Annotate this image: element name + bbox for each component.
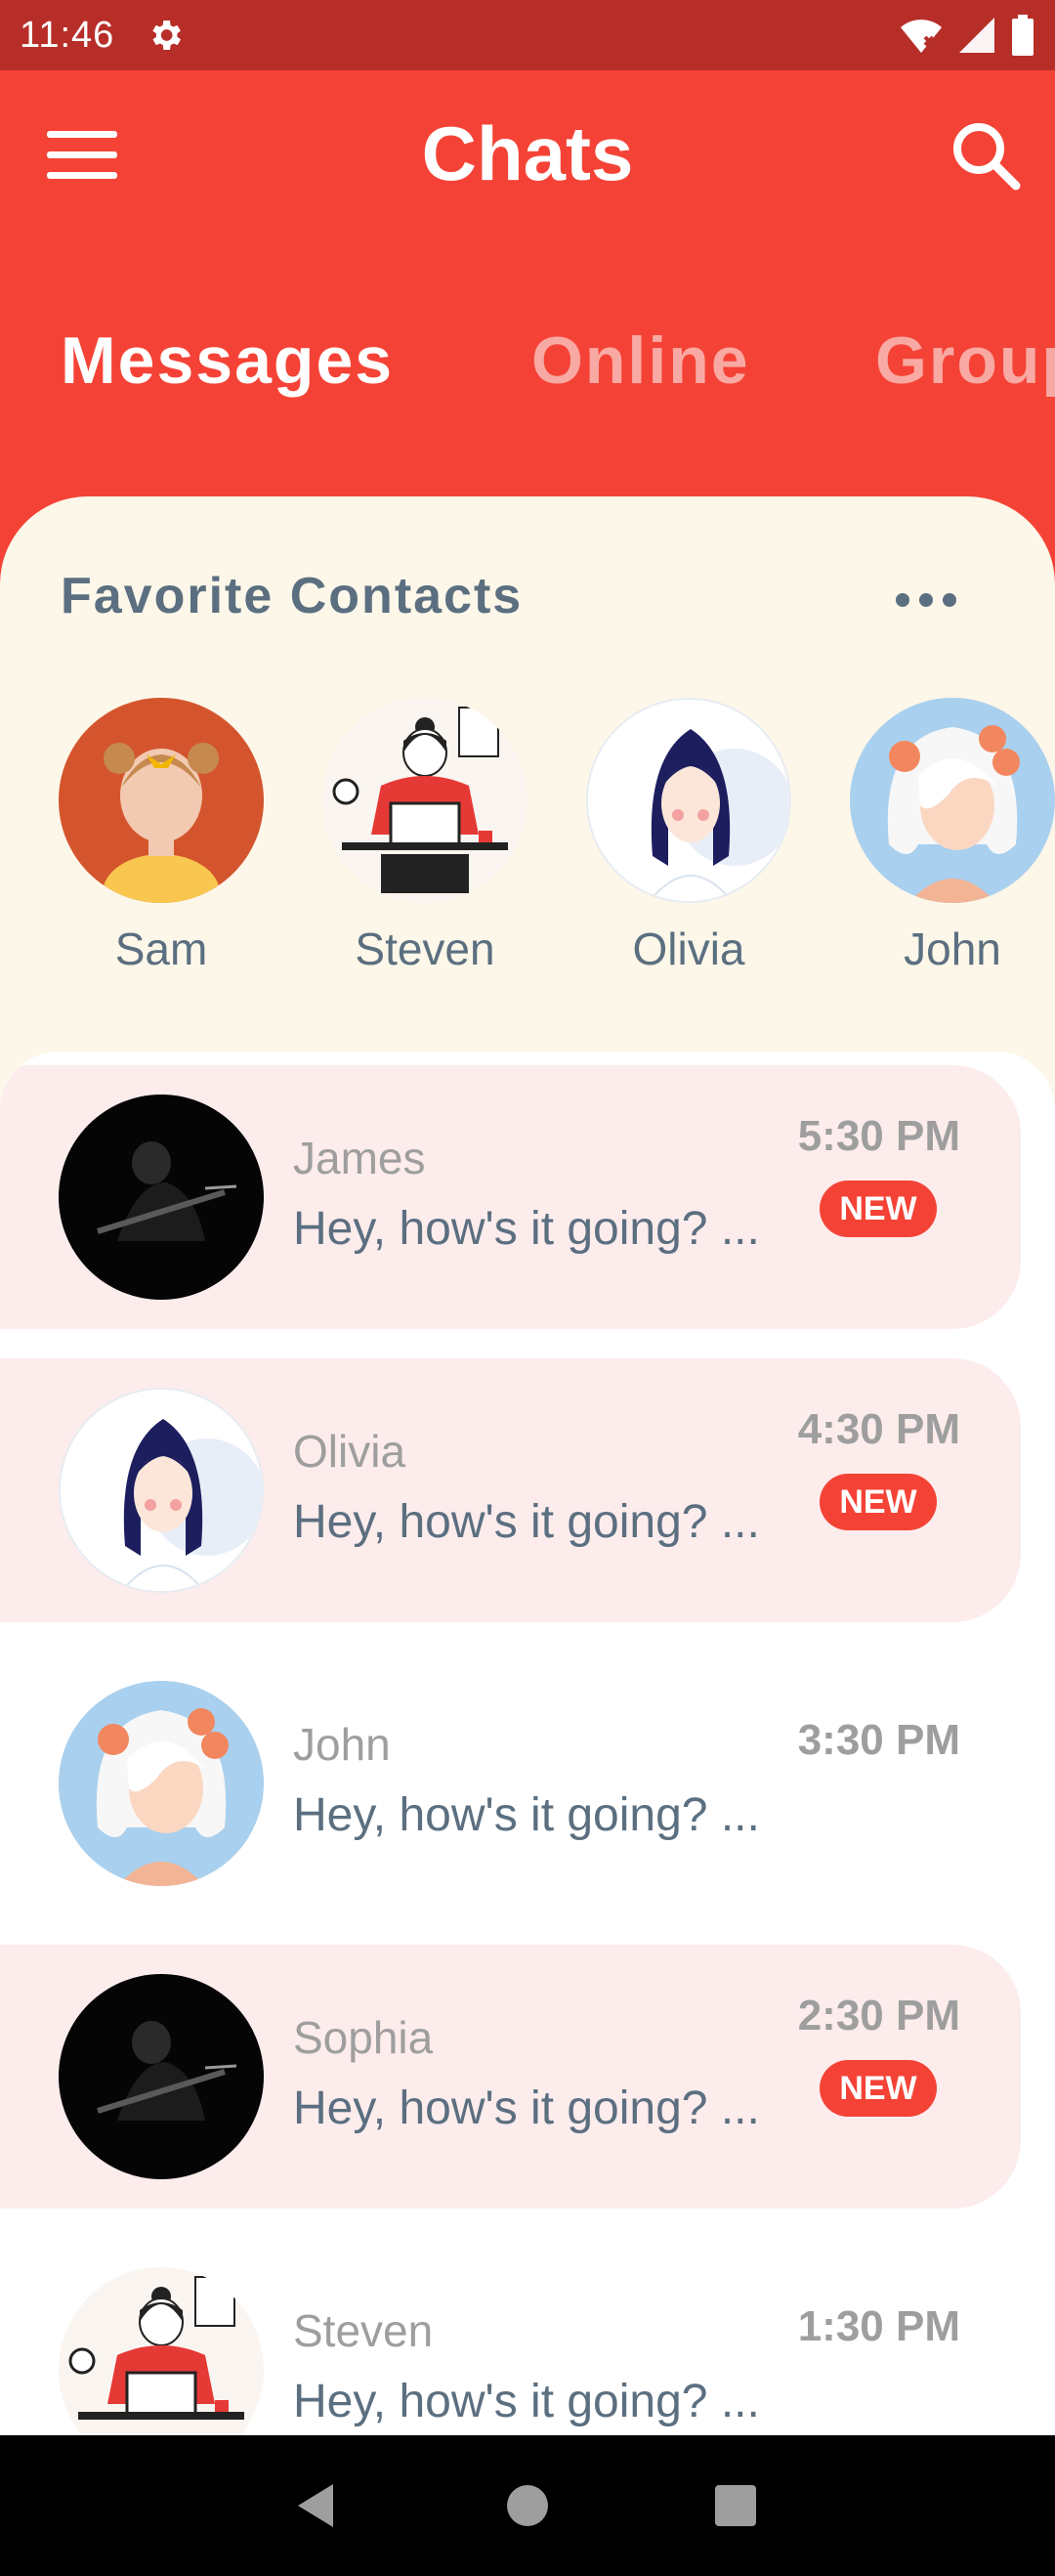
- new-badge: NEW: [820, 1474, 937, 1530]
- favorite-contact-sam[interactable]: Sam: [59, 698, 264, 975]
- chat-message-preview: Hey, how's it going? ...: [293, 2082, 760, 2134]
- chat-contact-name: Olivia: [293, 1426, 406, 1477]
- status-bar: 11:46: [0, 0, 1055, 70]
- chat-timestamp: 1:30 PM: [797, 2302, 960, 2350]
- chat-row-james[interactable]: James Hey, how's it going? ... 5:30 PM N…: [0, 1065, 1021, 1329]
- search-icon[interactable]: [950, 119, 1022, 192]
- chat-message-preview: Hey, how's it going? ...: [293, 1203, 760, 1255]
- chat-contact-name: Sophia: [293, 2012, 434, 2063]
- chat-timestamp: 3:30 PM: [797, 1716, 960, 1764]
- tab-groups[interactable]: Groups: [875, 322, 1055, 399]
- new-badge: NEW: [820, 1181, 937, 1237]
- chat-timestamp: 5:30 PM: [797, 1112, 960, 1160]
- recents-icon[interactable]: [706, 2476, 765, 2535]
- favorite-contact-john[interactable]: John: [850, 698, 1055, 975]
- system-navigation-bar: [0, 2435, 1055, 2576]
- avatar: [59, 1974, 264, 2179]
- chat-list: James Hey, how's it going? ... 5:30 PM N…: [0, 1052, 1055, 2576]
- avatar: [586, 698, 791, 903]
- chat-contact-name: John: [293, 1719, 391, 1770]
- chat-row-john[interactable]: John Hey, how's it going? ... 3:30 PM: [0, 1652, 1021, 1915]
- new-badge: NEW: [820, 2060, 937, 2117]
- chat-row-sophia[interactable]: Sophia Hey, how's it going? ... 2:30 PM …: [0, 1945, 1021, 2209]
- more-options-icon[interactable]: [895, 590, 957, 610]
- favorite-contact-name: Sam: [114, 923, 208, 974]
- page-title: Chats: [421, 110, 634, 196]
- back-icon[interactable]: [290, 2476, 349, 2535]
- tab-bar: Messages Online Groups: [0, 322, 1055, 410]
- avatar: [59, 698, 264, 903]
- favorite-contacts-title: Favorite Contacts: [61, 568, 524, 624]
- favorite-contact-name: Steven: [355, 923, 495, 974]
- favorite-contact-name: Olivia: [632, 923, 745, 974]
- avatar: [59, 1681, 264, 1886]
- avatar: [59, 1095, 264, 1300]
- chat-message-preview: Hey, how's it going? ...: [293, 2376, 760, 2427]
- status-time: 11:46: [20, 14, 115, 56]
- home-icon[interactable]: [498, 2476, 557, 2535]
- avatar: [850, 698, 1055, 903]
- battery-icon: [1012, 15, 1034, 56]
- chat-contact-name: James: [293, 1133, 426, 1183]
- chat-message-preview: Hey, how's it going? ...: [293, 1789, 760, 1841]
- settings-gear-icon: [152, 21, 182, 50]
- wifi-icon: [901, 20, 942, 53]
- avatar: [59, 1388, 264, 1593]
- chat-message-preview: Hey, how's it going? ...: [293, 1496, 760, 1548]
- chat-contact-name: Steven: [293, 2305, 434, 2356]
- tab-online[interactable]: Online: [531, 322, 750, 399]
- chat-row-olivia[interactable]: Olivia Hey, how's it going? ... 4:30 PM …: [0, 1358, 1021, 1622]
- signal-icon: [959, 18, 994, 53]
- favorite-contact-name: John: [904, 923, 1001, 974]
- app-bar: Chats: [0, 70, 1055, 236]
- favorite-contact-steven[interactable]: Steven: [322, 698, 528, 975]
- chat-timestamp: 4:30 PM: [797, 1405, 960, 1453]
- favorite-contact-olivia[interactable]: Olivia: [586, 698, 791, 975]
- avatar: [322, 698, 528, 903]
- chat-timestamp: 2:30 PM: [797, 1992, 960, 2039]
- tab-messages[interactable]: Messages: [61, 322, 394, 399]
